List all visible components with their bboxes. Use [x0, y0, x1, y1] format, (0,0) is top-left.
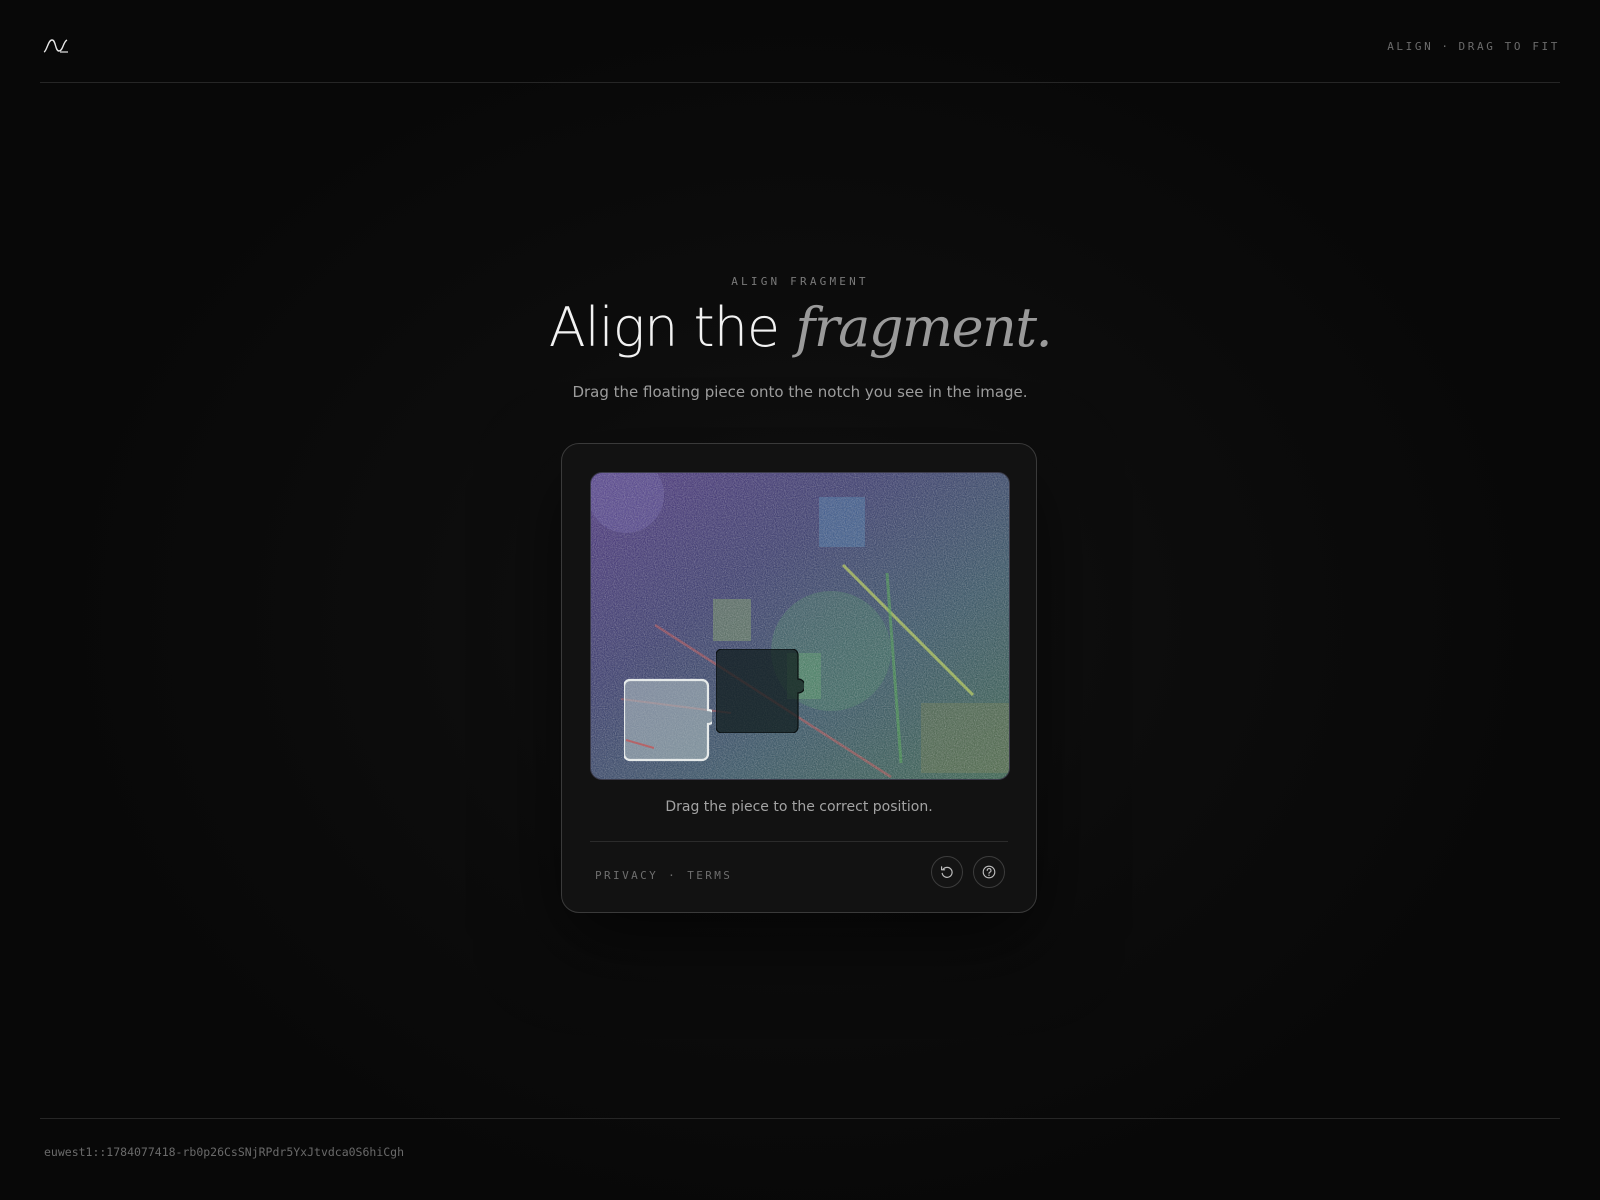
card-links: PRIVACY · TERMS [595, 869, 732, 882]
top-hint: ALIGN · DRAG TO FIT [1387, 40, 1560, 53]
page-subtitle: Drag the floating piece onto the notch y… [572, 383, 1028, 401]
draggable-piece[interactable] [624, 678, 712, 762]
card-divider [590, 841, 1008, 842]
top-hint-action: ALIGN [1387, 40, 1434, 53]
privacy-link[interactable]: PRIVACY [595, 869, 658, 882]
captcha-page: ALIGN · DRAG TO FIT ALIGN FRAGMENT Align t… [0, 0, 1600, 1200]
help-icon [982, 865, 996, 879]
captcha-hint: Drag the piece to the correct position. [665, 799, 933, 815]
target-notch [716, 649, 804, 733]
refresh-button[interactable] [931, 856, 963, 888]
top-hint-detail: DRAG TO FIT [1458, 40, 1560, 53]
title-accent: fragment. [795, 296, 1052, 359]
eyebrow-label: ALIGN FRAGMENT [731, 275, 869, 288]
terms-link[interactable]: TERMS [687, 869, 732, 882]
top-bar: ALIGN · DRAG TO FIT [40, 0, 1560, 83]
title-plain: Align the [548, 296, 780, 359]
wave-logo-icon [43, 39, 68, 53]
session-id: euwest1::1784077418-rb0p26CsSNjRPdr5YxJt… [44, 1145, 405, 1159]
help-button[interactable] [973, 856, 1005, 888]
puzzle-image [590, 472, 1010, 780]
captcha-card: Drag the piece to the correct position. … [561, 443, 1037, 913]
refresh-icon [941, 866, 953, 878]
links-separator: · [668, 869, 678, 882]
top-hint-separator: · [1441, 40, 1451, 53]
footer: euwest1::1784077418-rb0p26CsSNjRPdr5YxJt… [40, 1118, 1560, 1159]
page-title: Align the fragment. [0, 296, 1600, 359]
